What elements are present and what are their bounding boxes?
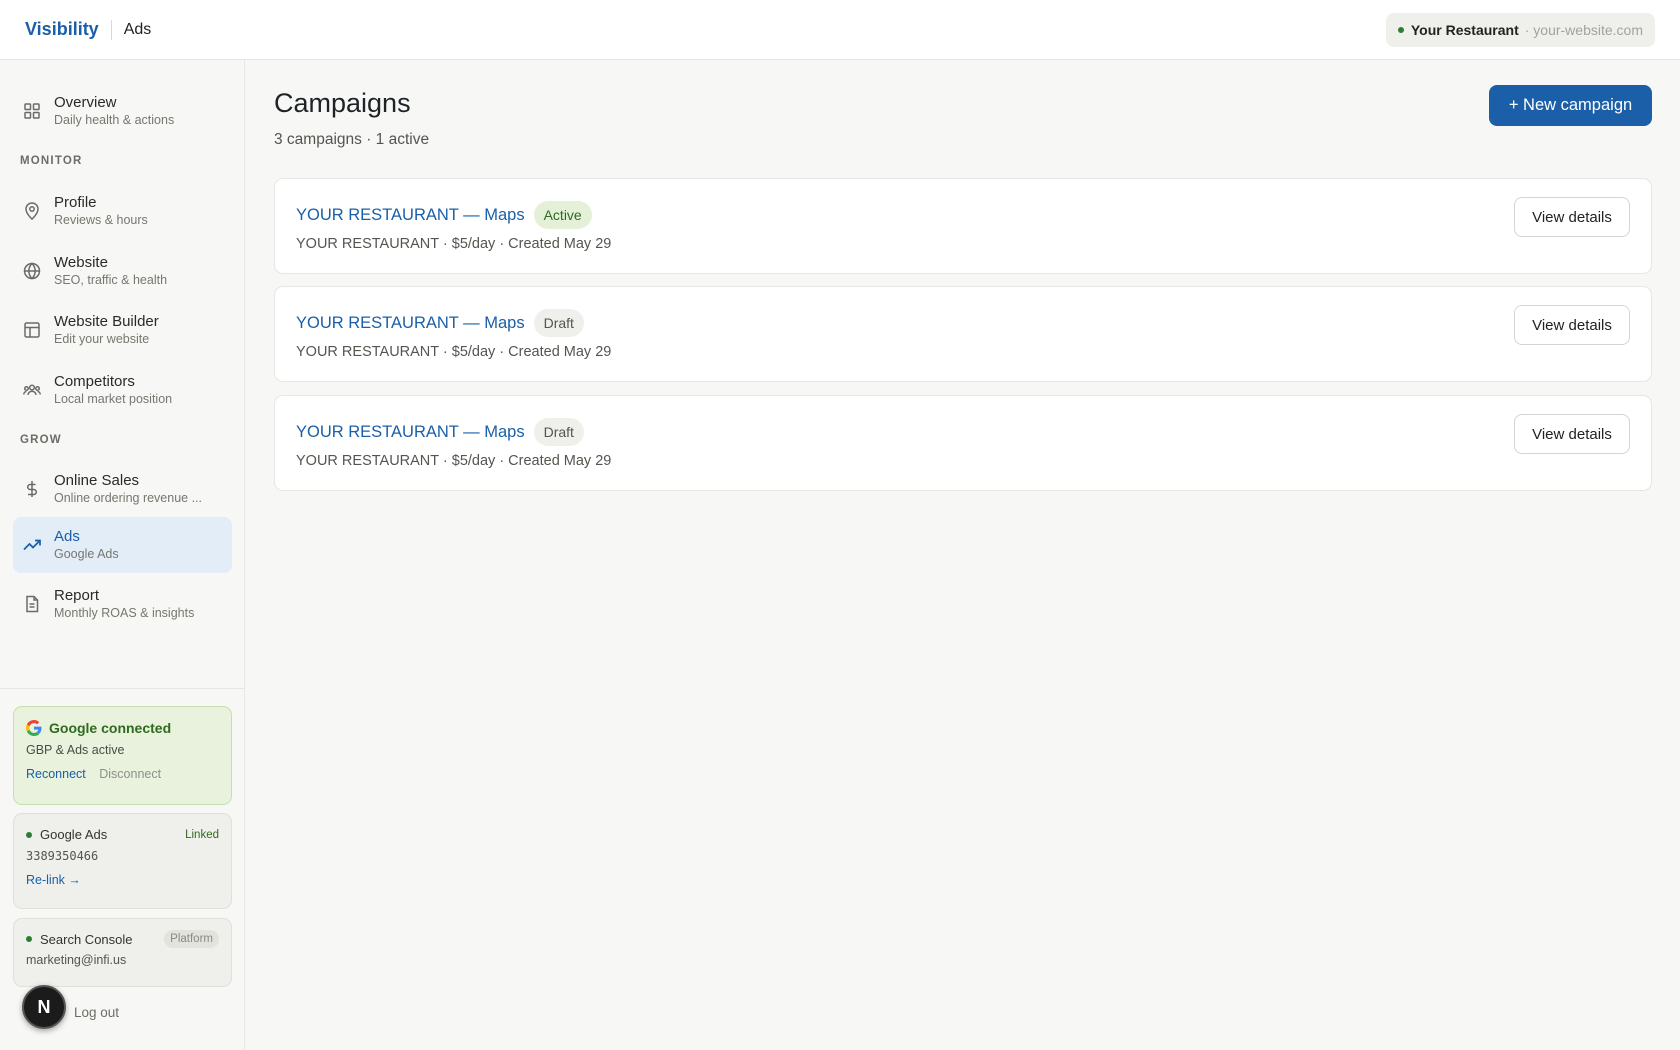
sidebar-item-online-sales[interactable]: Online Sales Online ordering revenue ... <box>13 461 232 517</box>
google-connection-card: Google connected GBP & Ads active Reconn… <box>13 706 232 805</box>
top-bar: Visibility Ads Your Restaurant · your-we… <box>0 0 1680 60</box>
grid-icon <box>24 103 40 119</box>
search-console-email: marketing@infi.us <box>26 953 127 967</box>
campaign-meta: YOUR RESTAURANT · $5/day · Created May 2… <box>296 344 612 360</box>
sidebar-item-competitors[interactable]: Competitors Local market position <box>13 362 232 418</box>
brand-logo[interactable]: Visibility <box>25 19 99 40</box>
site-url: · your-website.com <box>1524 22 1643 38</box>
campaign-name-link[interactable]: YOUR RESTAURANT — Maps <box>296 314 525 333</box>
trending-up-icon <box>23 539 41 551</box>
floating-avatar-button[interactable]: N <box>22 985 66 1029</box>
globe-icon <box>23 262 41 280</box>
sidebar-item-sublabel: Google Ads <box>54 547 119 561</box>
platform-badge: Platform <box>164 930 219 948</box>
sidebar-item-sublabel: Online ordering revenue ... <box>54 491 203 505</box>
section-label-grow: GROW <box>20 434 62 446</box>
sidebar-item-sublabel: Monthly ROAS & insights <box>54 606 195 620</box>
sidebar-item-sublabel: SEO, traffic & health <box>54 273 168 287</box>
layout-icon <box>24 322 40 338</box>
google-connected-status: GBP & Ads active <box>26 743 125 757</box>
sidebar-item-website-builder[interactable]: Website Builder Edit your website <box>13 302 232 358</box>
campaign-count: 3 campaigns · 1 active <box>274 131 430 148</box>
view-details-button[interactable]: View details <box>1514 197 1630 237</box>
dollar-icon <box>26 481 38 497</box>
site-selector[interactable]: Your Restaurant · your-website.com <box>1385 13 1655 47</box>
sidebar-item-label: Website Builder <box>54 313 159 330</box>
search-console-card: Search Console Platform marketing@infi.u… <box>13 918 232 987</box>
linked-badge: Linked <box>185 828 219 841</box>
google-logo-icon <box>26 720 42 736</box>
search-console-title: Search Console <box>40 931 133 947</box>
sidebar-item-label: Report <box>54 587 100 604</box>
status-dot-icon <box>1397 27 1404 33</box>
logout-link[interactable]: Log out <box>74 1005 119 1020</box>
sidebar-item-label: Overview <box>54 94 117 111</box>
sidebar-item-label: Competitors <box>54 373 135 390</box>
sidebar-item-sublabel: Reviews & hours <box>54 213 148 227</box>
breadcrumb: Ads <box>123 20 152 38</box>
sidebar-item-report[interactable]: Report Monthly ROAS & insights <box>13 576 232 632</box>
disconnect-link[interactable]: Disconnect <box>99 767 161 781</box>
status-badge: Active <box>533 201 592 229</box>
google-connected-title: Google connected <box>49 720 172 736</box>
campaign-card: YOUR RESTAURANT — Maps Draft YOUR RESTAU… <box>274 395 1652 491</box>
sidebar-item-profile[interactable]: Profile Reviews & hours <box>13 183 232 239</box>
users-icon <box>23 384 41 396</box>
campaign-name-link[interactable]: YOUR RESTAURANT — Maps <box>296 206 525 225</box>
brand-divider <box>110 19 112 40</box>
sidebar: Overview Daily health & actions MONITOR … <box>0 60 245 1050</box>
status-dot-icon <box>26 936 32 942</box>
sidebar-item-sublabel: Edit your website <box>54 332 150 346</box>
sidebar-item-sublabel: Daily health & actions <box>54 113 175 127</box>
campaign-card: YOUR RESTAURANT — Maps Active YOUR RESTA… <box>274 178 1652 274</box>
sidebar-item-ads[interactable]: Ads Google Ads <box>13 517 232 573</box>
sidebar-item-overview[interactable]: Overview Daily health & actions <box>13 83 232 139</box>
status-dot-icon <box>26 831 32 838</box>
sidebar-item-label: Ads <box>54 528 80 545</box>
document-icon <box>26 595 39 613</box>
google-ads-title: Google Ads <box>40 827 108 842</box>
view-details-button[interactable]: View details <box>1514 305 1630 345</box>
section-label-monitor: MONITOR <box>20 155 83 167</box>
sidebar-item-label: Website <box>54 254 108 271</box>
status-badge: Draft <box>533 309 584 337</box>
sidebar-item-sublabel: Local market position <box>54 392 173 406</box>
campaign-meta: YOUR RESTAURANT · $5/day · Created May 2… <box>296 236 612 252</box>
view-details-button[interactable]: View details <box>1514 414 1630 454</box>
new-campaign-button[interactable]: + New campaign <box>1489 85 1652 126</box>
relink-link[interactable]: Re-link → <box>26 873 81 887</box>
sidebar-item-website[interactable]: Website SEO, traffic & health <box>13 243 232 299</box>
google-ads-card: Google Ads Linked 3389350466 Re-link → <box>13 813 232 909</box>
campaign-meta: YOUR RESTAURANT · $5/day · Created May 2… <box>296 453 612 469</box>
page-title: Campaigns <box>274 88 411 118</box>
campaign-card: YOUR RESTAURANT — Maps Draft YOUR RESTAU… <box>274 286 1652 382</box>
map-pin-icon <box>25 202 39 220</box>
sidebar-divider <box>0 688 245 689</box>
ads-account-id: 3389350466 <box>26 849 99 863</box>
campaign-name-link[interactable]: YOUR RESTAURANT — Maps <box>296 423 525 442</box>
sidebar-item-label: Online Sales <box>54 472 140 489</box>
sidebar-item-label: Profile <box>54 194 97 211</box>
reconnect-link[interactable]: Reconnect <box>26 767 86 781</box>
status-badge: Draft <box>533 418 584 446</box>
site-name: Your Restaurant <box>1410 22 1519 38</box>
